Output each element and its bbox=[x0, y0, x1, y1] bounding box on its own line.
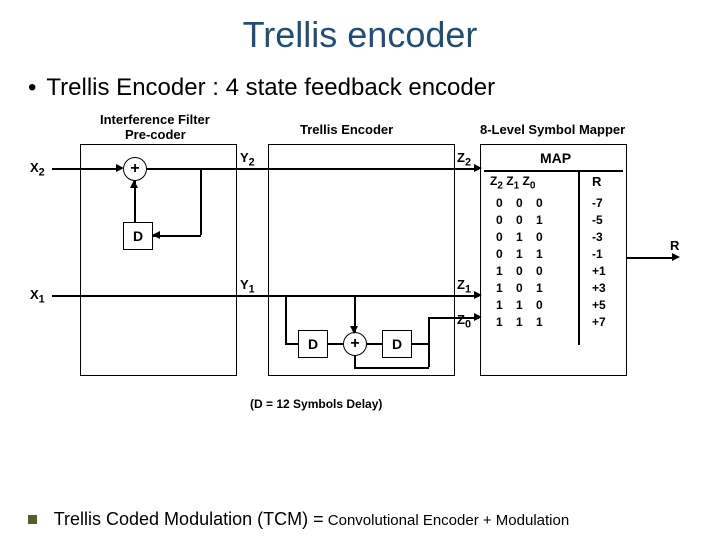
precoder-adder: + bbox=[123, 157, 147, 181]
tcm-bullet: Trellis Coded Modulation (TCM) = Convolu… bbox=[28, 509, 569, 530]
label-y2: Y2 bbox=[240, 150, 255, 169]
delay-note: (D = 12 Symbols Delay) bbox=[250, 397, 382, 411]
square-bullet-icon bbox=[28, 515, 37, 524]
mapper-r-table: -7-5-3-1+1+3+5+7 bbox=[588, 194, 610, 332]
label-x1: X1 bbox=[30, 287, 45, 306]
trellis-title: Trellis Encoder bbox=[300, 122, 393, 137]
map-r-header: R bbox=[592, 174, 601, 189]
encoder-adder: + bbox=[343, 332, 367, 356]
label-z1: Z1 bbox=[457, 277, 471, 296]
precoder-title-line2: Pre-coder bbox=[125, 127, 186, 142]
bullet-text: Trellis Encoder : 4 state feedback encod… bbox=[46, 74, 495, 102]
encoder-delay-1: D bbox=[298, 330, 328, 358]
precoder-box bbox=[80, 144, 237, 376]
trellis-diagram: Interference Filter Pre-coder Trellis En… bbox=[30, 112, 690, 442]
label-r-out: R bbox=[670, 238, 679, 253]
label-x2: X2 bbox=[30, 160, 45, 179]
precoder-delay: D bbox=[123, 222, 153, 250]
label-z2: Z2 bbox=[457, 150, 471, 169]
map-col-header: Z2 Z1 Z0 bbox=[490, 174, 535, 191]
mapper-title: 8-Level Symbol Mapper bbox=[480, 122, 625, 137]
map-heading: MAP bbox=[540, 150, 571, 166]
encoder-delay-2: D bbox=[382, 330, 412, 358]
bullet-main: • Trellis Encoder : 4 state feedback enc… bbox=[28, 74, 720, 102]
tcm-suffix: Convolutional Encoder + Modulation bbox=[324, 512, 570, 529]
tcm-prefix: Trellis Coded Modulation (TCM) = bbox=[54, 509, 324, 529]
bullet-marker: • bbox=[28, 76, 36, 100]
mapper-bits-table: 000001010011100101110111 bbox=[492, 194, 554, 332]
slide-title: Trellis encoder bbox=[0, 14, 720, 56]
precoder-title-line1: Interference Filter bbox=[100, 112, 210, 127]
label-y1: Y1 bbox=[240, 277, 255, 296]
label-z0: Z0 bbox=[457, 312, 471, 331]
